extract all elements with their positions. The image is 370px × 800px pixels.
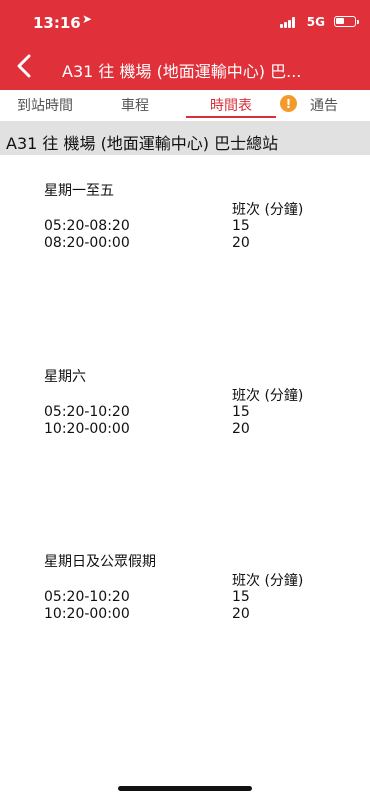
tab-journey[interactable]: 車程: [121, 95, 149, 115]
frequency-cell: 15: [232, 218, 250, 234]
battery-icon: [334, 16, 359, 27]
table-row: 10:20-00:00 20: [0, 606, 370, 624]
table-row: 08:20-00:00 20: [0, 235, 370, 253]
period-cell: 10:20-00:00: [44, 606, 130, 622]
tab-timetable[interactable]: 時間表: [210, 95, 252, 115]
period-cell: 05:20-08:20: [44, 218, 130, 234]
active-tab-indicator: [186, 116, 276, 118]
day-label: 星期一至五: [44, 183, 114, 199]
tab-bar: 到站時間 車程 時間表 ! 通告: [0, 90, 370, 120]
period-cell: 08:20-00:00: [44, 235, 130, 251]
app-header: 13:16 ➤ 5G A31 往 機場 (地面運輸中心) 巴...: [0, 0, 370, 90]
tab-arrival-time[interactable]: 到站時間: [17, 95, 73, 115]
day-label: 星期日及公眾假期: [44, 554, 156, 570]
period-cell: 05:20-10:20: [44, 589, 130, 605]
section-title: A31 往 機場 (地面運輸中心) 巴士總站: [0, 121, 370, 155]
frequency-column-header: 班次 (分鐘): [232, 202, 304, 218]
frequency-cell: 20: [232, 606, 250, 622]
network-type: 5G: [306, 15, 325, 29]
period-cell: 05:20-10:20: [44, 404, 130, 420]
frequency-column-header: 班次 (分鐘): [232, 573, 304, 589]
frequency-cell: 20: [232, 235, 250, 251]
frequency-column-header: 班次 (分鐘): [232, 388, 304, 404]
day-label: 星期六: [44, 369, 86, 385]
nav-bar: A31 往 機場 (地面運輸中心) 巴...: [0, 44, 370, 90]
frequency-cell: 15: [232, 404, 250, 420]
page-title: A31 往 機場 (地面運輸中心) 巴...: [62, 62, 302, 81]
chevron-left-icon: [17, 54, 31, 78]
status-bar: 13:16 ➤ 5G: [0, 0, 370, 44]
table-row: 05:20-08:20 15: [0, 218, 370, 236]
status-time: 13:16: [33, 14, 81, 32]
table-row: 10:20-00:00 20: [0, 421, 370, 439]
period-cell: 10:20-00:00: [44, 421, 130, 437]
exclamation-circle-icon: !: [280, 95, 297, 112]
back-button[interactable]: [8, 48, 40, 84]
home-indicator[interactable]: [118, 786, 252, 791]
tab-notice[interactable]: 通告: [310, 95, 338, 115]
frequency-cell: 20: [232, 421, 250, 437]
table-row: 05:20-10:20 15: [0, 589, 370, 607]
frequency-cell: 15: [232, 589, 250, 605]
location-arrow-icon: ➤: [82, 12, 93, 26]
signal-icon: [280, 17, 298, 28]
table-row: 05:20-10:20 15: [0, 404, 370, 422]
